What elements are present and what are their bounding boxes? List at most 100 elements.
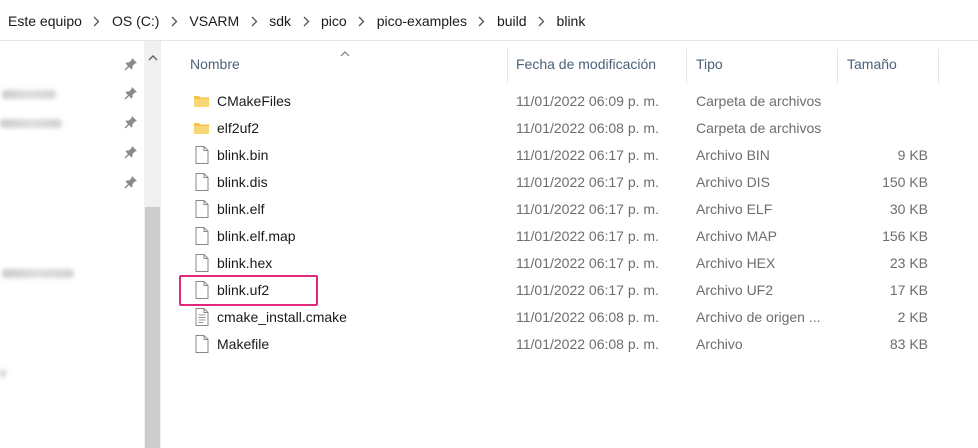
file-date: 11/01/2022 06:17 p. m. — [516, 255, 659, 271]
file-type: Archivo de origen ... — [696, 309, 821, 325]
file-size: 9 KB — [897, 147, 928, 163]
chevron-right-icon[interactable] — [291, 16, 321, 27]
nav-item-pinned[interactable] — [0, 53, 140, 77]
breadcrumb-item[interactable]: OS (C:) — [112, 13, 159, 29]
file-date: 11/01/2022 06:17 p. m. — [516, 282, 659, 298]
file-icon — [193, 145, 211, 165]
file-size: 156 KB — [882, 228, 928, 244]
address-bar[interactable]: Este equipo OS (C:) VSARM sdk pico pico-examp… — [0, 0, 978, 41]
column-header-name[interactable]: Nombre — [190, 56, 240, 72]
breadcrumb-item[interactable]: build — [497, 13, 527, 29]
file-size: 23 KB — [889, 255, 928, 271]
text-file-icon — [193, 307, 211, 327]
file-size: 150 KB — [882, 174, 928, 190]
nav-item-pinned[interactable] — [0, 171, 140, 195]
chevron-right-icon[interactable] — [467, 16, 497, 27]
file-list: CMakeFiles 11/01/2022 06:09 p. m. Carpeta … — [166, 88, 978, 358]
file-date: 11/01/2022 06:08 p. m. — [516, 120, 659, 136]
blurred-label — [0, 119, 62, 128]
file-name: blink.hex — [217, 255, 273, 271]
file-size: 30 KB — [889, 201, 928, 217]
file-name: elf2uf2 — [217, 120, 260, 136]
pin-icon[interactable] — [124, 86, 138, 105]
breadcrumb-item[interactable]: VSARM — [189, 13, 239, 29]
file-name: cmake_install.cmake — [217, 309, 347, 325]
nav-item[interactable] — [0, 361, 140, 385]
file-row[interactable]: blink.hex 11/01/2022 06:17 p. m. Archivo H… — [166, 250, 978, 277]
file-date: 11/01/2022 06:17 p. m. — [516, 228, 659, 244]
breadcrumb-item[interactable]: Este equipo — [8, 13, 82, 29]
blurred-label — [0, 369, 6, 378]
file-name: blink.elf.map — [217, 228, 296, 244]
file-icon — [193, 226, 211, 246]
blurred-label — [2, 90, 56, 99]
file-name: blink.bin — [217, 147, 269, 163]
file-type: Archivo — [696, 336, 743, 352]
column-divider[interactable] — [507, 49, 508, 83]
file-icon — [193, 199, 211, 219]
column-divider[interactable] — [686, 49, 687, 83]
file-icon — [193, 172, 211, 192]
breadcrumb-item[interactable]: blink — [557, 13, 586, 29]
column-header-type[interactable]: Tipo — [696, 56, 723, 72]
file-row[interactable]: blink.elf 11/01/2022 06:17 p. m. Archivo E… — [166, 196, 978, 223]
column-header-row: Nombre Fecha de modificación Tipo Tamaño — [166, 41, 978, 85]
file-icon — [193, 280, 211, 300]
column-header-date[interactable]: Fecha de modificación — [516, 56, 656, 72]
file-type: Archivo DIS — [696, 174, 770, 190]
file-size: 2 KB — [897, 309, 928, 325]
chevron-right-icon[interactable] — [82, 16, 112, 27]
nav-item-pinned[interactable] — [0, 141, 140, 165]
column-header-size[interactable]: Tamaño — [847, 56, 897, 72]
file-date: 11/01/2022 06:17 p. m. — [516, 147, 659, 163]
column-divider[interactable] — [837, 49, 838, 83]
nav-item-pinned[interactable] — [0, 82, 140, 106]
column-divider[interactable] — [938, 49, 939, 83]
breadcrumb-item[interactable]: sdk — [269, 13, 291, 29]
pin-icon[interactable] — [124, 145, 138, 164]
pin-icon[interactable] — [124, 175, 138, 194]
file-row[interactable]: cmake_install.cmake 11/01/2022 06:08 p. m… — [166, 304, 978, 331]
chevron-right-icon[interactable] — [527, 16, 557, 27]
nav-scrollbar[interactable] — [144, 41, 161, 448]
file-name: blink.dis — [217, 174, 268, 190]
file-size: 17 KB — [889, 282, 928, 298]
chevron-right-icon[interactable] — [159, 16, 189, 27]
file-type: Archivo HEX — [696, 255, 776, 271]
file-date: 11/01/2022 06:17 p. m. — [516, 201, 659, 217]
file-row[interactable]: Makefile 11/01/2022 06:08 p. m. Archivo 83 … — [166, 331, 978, 358]
file-row[interactable]: blink.elf.map 11/01/2022 06:17 p. m. Archi… — [166, 223, 978, 250]
nav-item-pinned[interactable] — [0, 111, 140, 135]
file-row-highlighted[interactable]: blink.uf2 11/01/2022 06:17 p. m. Archivo U… — [166, 277, 978, 304]
file-type: Archivo ELF — [696, 201, 773, 217]
file-row[interactable]: CMakeFiles 11/01/2022 06:09 p. m. Carpeta … — [166, 88, 978, 115]
pin-icon[interactable] — [124, 57, 138, 76]
file-type: Archivo BIN — [696, 147, 770, 163]
file-row[interactable]: blink.dis 11/01/2022 06:17 p. m. Archivo D… — [166, 169, 978, 196]
breadcrumb-item[interactable]: pico-examples — [377, 13, 467, 29]
breadcrumb-item[interactable]: pico — [321, 13, 347, 29]
folder-icon — [193, 118, 211, 138]
pin-icon[interactable] — [124, 115, 138, 134]
file-icon — [193, 253, 211, 273]
file-date: 11/01/2022 06:09 p. m. — [516, 93, 659, 109]
file-row[interactable]: elf2uf2 11/01/2022 06:08 p. m. Carpeta de … — [166, 115, 978, 142]
file-type: Archivo UF2 — [696, 282, 774, 298]
file-icon — [193, 334, 211, 354]
file-row[interactable]: blink.bin 11/01/2022 06:17 p. m. Archivo B… — [166, 142, 978, 169]
folder-icon — [193, 91, 211, 111]
nav-item[interactable] — [0, 261, 140, 285]
file-date: 11/01/2022 06:08 p. m. — [516, 336, 659, 352]
navigation-pane — [0, 41, 166, 448]
chevron-right-icon[interactable] — [239, 16, 269, 27]
file-size: 83 KB — [889, 336, 928, 352]
scroll-up-arrow-icon[interactable] — [144, 49, 161, 65]
scrollbar-thumb[interactable] — [145, 207, 160, 448]
file-date: 11/01/2022 06:17 p. m. — [516, 174, 659, 190]
blurred-label — [2, 269, 74, 278]
file-type: Archivo MAP — [696, 228, 777, 244]
file-date: 11/01/2022 06:08 p. m. — [516, 309, 659, 325]
file-name: blink.uf2 — [217, 282, 270, 298]
chevron-right-icon[interactable] — [347, 16, 377, 27]
file-name: blink.elf — [217, 201, 265, 217]
